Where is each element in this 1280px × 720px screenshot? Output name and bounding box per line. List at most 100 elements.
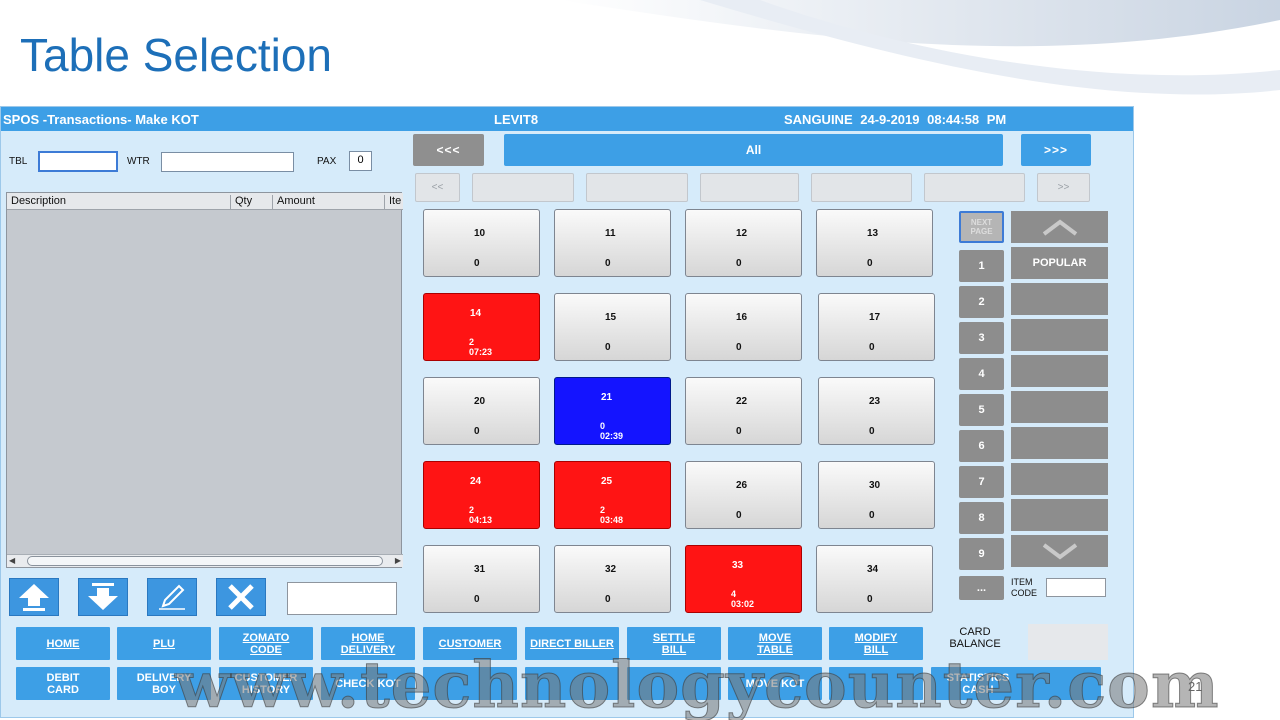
function-label-line1: MOVE [758, 631, 792, 644]
next-page-button[interactable]: NEXT PAGE [959, 211, 1004, 243]
scroll-thumb[interactable] [27, 556, 383, 566]
page-2-button[interactable]: 2 [959, 286, 1004, 318]
edit-button[interactable] [147, 578, 197, 616]
table-elapsed-time: 02:39 [600, 431, 624, 441]
table-pax: 2 03:48 [600, 505, 623, 525]
table-button-16[interactable]: 16 0 [685, 293, 802, 361]
table-pax: 0 [869, 426, 875, 437]
table-button-14[interactable]: 14 2 07:23 [423, 293, 540, 361]
table-pax: 0 [867, 258, 873, 269]
user-datetime: SANGUINE 24-9-2019 08:44:58 PM [784, 112, 1007, 127]
group-button-7[interactable] [1011, 463, 1108, 495]
area-button-4[interactable] [811, 173, 912, 202]
group-button-4[interactable] [1011, 355, 1108, 387]
table-button-20[interactable]: 20 0 [423, 377, 540, 445]
scroll-down-button[interactable] [1011, 535, 1108, 567]
page-6-button[interactable]: 6 [959, 430, 1004, 462]
group-button-3[interactable] [1011, 319, 1108, 351]
table-button-13[interactable]: 13 0 [816, 209, 933, 277]
group-button-8[interactable] [1011, 499, 1108, 531]
popular-group-button[interactable]: POPULAR [1011, 247, 1108, 279]
page-7-button[interactable]: 7 [959, 466, 1004, 498]
table-button-32[interactable]: 32 0 [554, 545, 671, 613]
area-button-5[interactable] [924, 173, 1025, 202]
table-number: 33 [732, 560, 744, 571]
note-input[interactable] [287, 582, 397, 615]
table-button-21[interactable]: 21 0 02:39 [554, 377, 671, 445]
function-label: HOME [47, 638, 80, 650]
delete-button[interactable] [216, 578, 266, 616]
table-pax-count: 2 [469, 337, 475, 347]
area-button-1[interactable] [472, 173, 574, 202]
table-button-10[interactable]: 10 0 [423, 209, 540, 277]
scroll-left-icon[interactable]: ◀ [9, 556, 15, 565]
group-button-5[interactable] [1011, 391, 1108, 423]
move-down-button[interactable] [78, 578, 128, 616]
table-button-12[interactable]: 12 0 [685, 209, 802, 277]
debit-card-button[interactable]: DEBIT CARD [16, 667, 110, 700]
col-amount[interactable]: Amount [273, 195, 385, 209]
table-button-22[interactable]: 22 0 [685, 377, 802, 445]
table-number: 12 [736, 228, 748, 239]
table-button-30[interactable]: 30 0 [818, 461, 935, 529]
prev-group-button[interactable]: <<< [413, 134, 484, 166]
tbl-label: TBL [9, 156, 28, 167]
table-button-17[interactable]: 17 0 [818, 293, 935, 361]
table-pax-count: 0 [736, 426, 742, 437]
more-pages-button[interactable]: ... [959, 576, 1004, 600]
page-9-button[interactable]: 9 [959, 538, 1004, 570]
table-pax: 0 [474, 594, 480, 605]
card-balance-label: CARD BALANCE [931, 626, 1019, 650]
item-code-input[interactable] [1046, 578, 1106, 597]
move-up-button[interactable] [9, 578, 59, 616]
scroll-up-button[interactable] [1011, 211, 1108, 243]
sub-prev-button[interactable]: << [415, 173, 460, 202]
table-pax: 0 [736, 258, 742, 269]
col-qty[interactable]: Qty [231, 195, 273, 209]
table-pax-count: 0 [474, 426, 480, 437]
page-5-button[interactable]: 5 [959, 394, 1004, 426]
table-button-11[interactable]: 11 0 [554, 209, 671, 277]
table-button-33[interactable]: 33 4 03:02 [685, 545, 802, 613]
wtr-input[interactable] [161, 152, 294, 172]
pax-label: PAX [317, 156, 337, 167]
title-bar: SPOS -Transactions- Make KOT LEVIT8 SANG… [1, 107, 1133, 131]
table-button-25[interactable]: 25 2 03:48 [554, 461, 671, 529]
area-button-3[interactable] [700, 173, 799, 202]
all-tables-tab[interactable]: All [504, 134, 1003, 166]
table-pax-count: 0 [736, 342, 742, 353]
function-label-line1: ZOMATO [242, 631, 290, 644]
table-button-34[interactable]: 34 0 [816, 545, 933, 613]
table-button-26[interactable]: 26 0 [685, 461, 802, 529]
table-number: 21 [601, 392, 613, 403]
page-1-button[interactable]: 1 [959, 250, 1004, 282]
group-button-2[interactable] [1011, 283, 1108, 315]
table-button-31[interactable]: 31 0 [423, 545, 540, 613]
page-8-button[interactable]: 8 [959, 502, 1004, 534]
col-description[interactable]: Description [7, 195, 231, 209]
grid-header: Description Qty Amount Ite [7, 193, 403, 210]
page-4-button[interactable]: 4 [959, 358, 1004, 390]
table-pax-count: 4 [731, 589, 737, 599]
table-number: 16 [736, 312, 748, 323]
tbl-input[interactable] [38, 151, 118, 172]
table-button-15[interactable]: 15 0 [554, 293, 671, 361]
sub-next-button[interactable]: >> [1037, 173, 1090, 202]
page-3-button[interactable]: 3 [959, 322, 1004, 354]
table-button-24[interactable]: 24 2 04:13 [423, 461, 540, 529]
horizontal-scrollbar[interactable]: ◀ ▶ [7, 554, 403, 567]
card-balance-line1: CARD [959, 626, 991, 638]
table-button-23[interactable]: 23 0 [818, 377, 935, 445]
pax-input[interactable]: 0 [349, 151, 372, 171]
group-button-6[interactable] [1011, 427, 1108, 459]
table-number: 11 [605, 228, 616, 239]
col-item[interactable]: Ite [385, 195, 403, 209]
item-code-label-line1: ITEM [1011, 577, 1033, 587]
scroll-right-icon[interactable]: ▶ [395, 556, 401, 565]
table-pax: 0 02:39 [600, 421, 623, 441]
home-button[interactable]: HOME [16, 627, 110, 660]
next-group-button[interactable]: >>> [1021, 134, 1091, 166]
function-label-line2: BOY [152, 683, 176, 696]
area-button-2[interactable] [586, 173, 688, 202]
pos-window: SPOS -Transactions- Make KOT LEVIT8 SANG… [0, 106, 1134, 718]
